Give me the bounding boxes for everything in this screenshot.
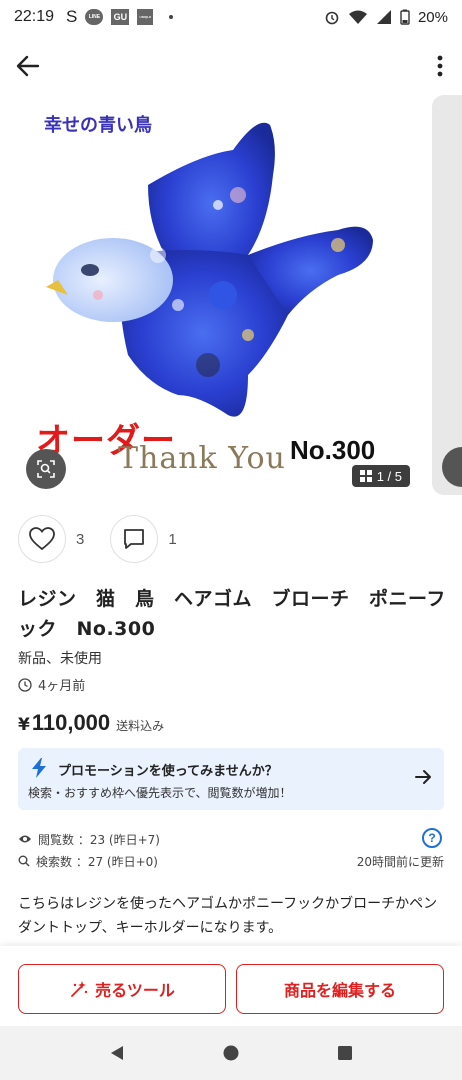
views-count: 閲覧数 ：23 (昨日+7) (38, 832, 160, 847)
bottom-action-bar: 売るツール 商品を編集する (0, 946, 462, 1026)
promotion-subtitle: 検索・おすすめ枠へ優先表示で、閲覧数が増加！ (28, 786, 292, 800)
nav-recents-icon[interactable] (336, 1044, 354, 1062)
next-photo-preview[interactable] (432, 95, 462, 495)
status-bar: 22:19 S LINE GU UNIQLO 20% (0, 0, 462, 34)
photo-caption-title: 幸せの青い鳥 (44, 115, 152, 136)
gu-app-icon: GU (111, 9, 130, 25)
battery-icon (400, 9, 410, 25)
clock-icon (18, 677, 32, 692)
s-app-icon: S (66, 7, 78, 26)
zoom-icon (37, 460, 55, 478)
promotion-title: プロモーションを使ってみませんか？ (58, 764, 278, 779)
status-time: 22:19 (14, 8, 55, 25)
photo-gallery[interactable]: 幸せの青い鳥 オーダー Thank You No.300 1 / 5 (0, 95, 462, 495)
edit-item-button[interactable]: 商品を編集する (236, 964, 444, 1014)
social-actions: 3 1 (18, 515, 203, 563)
edit-item-label: 商品を編集する (283, 981, 396, 1000)
alarm-icon (325, 11, 339, 25)
product-description: こちらはレジンを使ったヘアゴムかポニーフックかブローチかペンダントトップ、キーホ… (18, 896, 438, 936)
photo-counter: 1 / 5 (351, 465, 410, 487)
product-photo[interactable]: 幸せの青い鳥 オーダー Thank You No.300 1 / 5 (18, 95, 418, 493)
searches-count: 検索数 ：27 (昨日+0) (36, 854, 158, 869)
price: ¥ 110,000 送料込み (18, 710, 164, 736)
posted-time-text: 4ヶ月前 (38, 679, 86, 694)
more-vertical-icon[interactable] (432, 52, 448, 80)
help-icon[interactable]: ? (422, 828, 442, 848)
heart-icon (29, 527, 55, 551)
posted-time: 4ヶ月前 (18, 675, 85, 694)
promotion-banner[interactable]: プロモーションを使ってみませんか？ 検索・おすすめ枠へ優先表示で、閲覧数が増加！ (18, 748, 444, 810)
eye-icon (19, 835, 31, 843)
search-icon (18, 855, 30, 867)
photo-counter-text: 1 / 5 (376, 468, 402, 484)
gallery-grid-icon (359, 470, 372, 482)
wifi-icon (348, 10, 367, 24)
price-amount: 110,000 (31, 710, 111, 735)
views-row: 閲覧数 ：23 (昨日+7) (18, 828, 444, 850)
uniqlo-app-icon: UNIQLO (137, 9, 154, 25)
next-zoom-icon[interactable] (442, 447, 462, 487)
sparkle-icon (71, 981, 88, 997)
more-notifications-dot-icon (169, 15, 174, 19)
system-status-icons: 20% (324, 9, 448, 26)
like-count: 3 (76, 530, 85, 548)
nav-home-icon[interactable] (222, 1044, 240, 1062)
zoom-button[interactable] (26, 449, 66, 489)
shipping-included: 送料込み (116, 719, 165, 733)
battery-percent: 20% (417, 8, 448, 26)
photo-thank-you: Thank You (118, 441, 286, 476)
comment-icon (124, 529, 145, 549)
app-bar (0, 44, 462, 88)
sell-tool-button[interactable]: 売るツール (18, 964, 226, 1014)
bolt-icon (32, 758, 46, 778)
updated-time: 20時間前に更新 (356, 855, 444, 869)
product-condition: 新品、未使用 (18, 651, 102, 667)
product-title: レジン 猫 鳥 ヘアゴム ブローチ ポニーフック No.300 (18, 588, 446, 640)
listing-stats: 閲覧数 ：23 (昨日+7) 検索数 ：27 (昨日+0) ? 20時間前に更新 (18, 828, 444, 872)
system-nav-bar (0, 1026, 462, 1080)
price-currency: ¥ (18, 715, 30, 735)
notification-icons: S LINE GU UNIQLO (66, 7, 174, 27)
photo-product-number: No.300 (290, 435, 376, 465)
like-button[interactable] (18, 515, 66, 563)
comment-count: 1 (168, 530, 177, 548)
back-arrow-icon[interactable] (14, 52, 42, 80)
comment-button[interactable] (110, 515, 159, 563)
nav-back-icon[interactable] (108, 1044, 126, 1062)
line-app-icon: LINE (85, 9, 104, 25)
sell-tool-label: 売るツール (95, 981, 175, 1000)
signal-icon (376, 10, 391, 24)
arrow-right-icon (415, 770, 431, 784)
